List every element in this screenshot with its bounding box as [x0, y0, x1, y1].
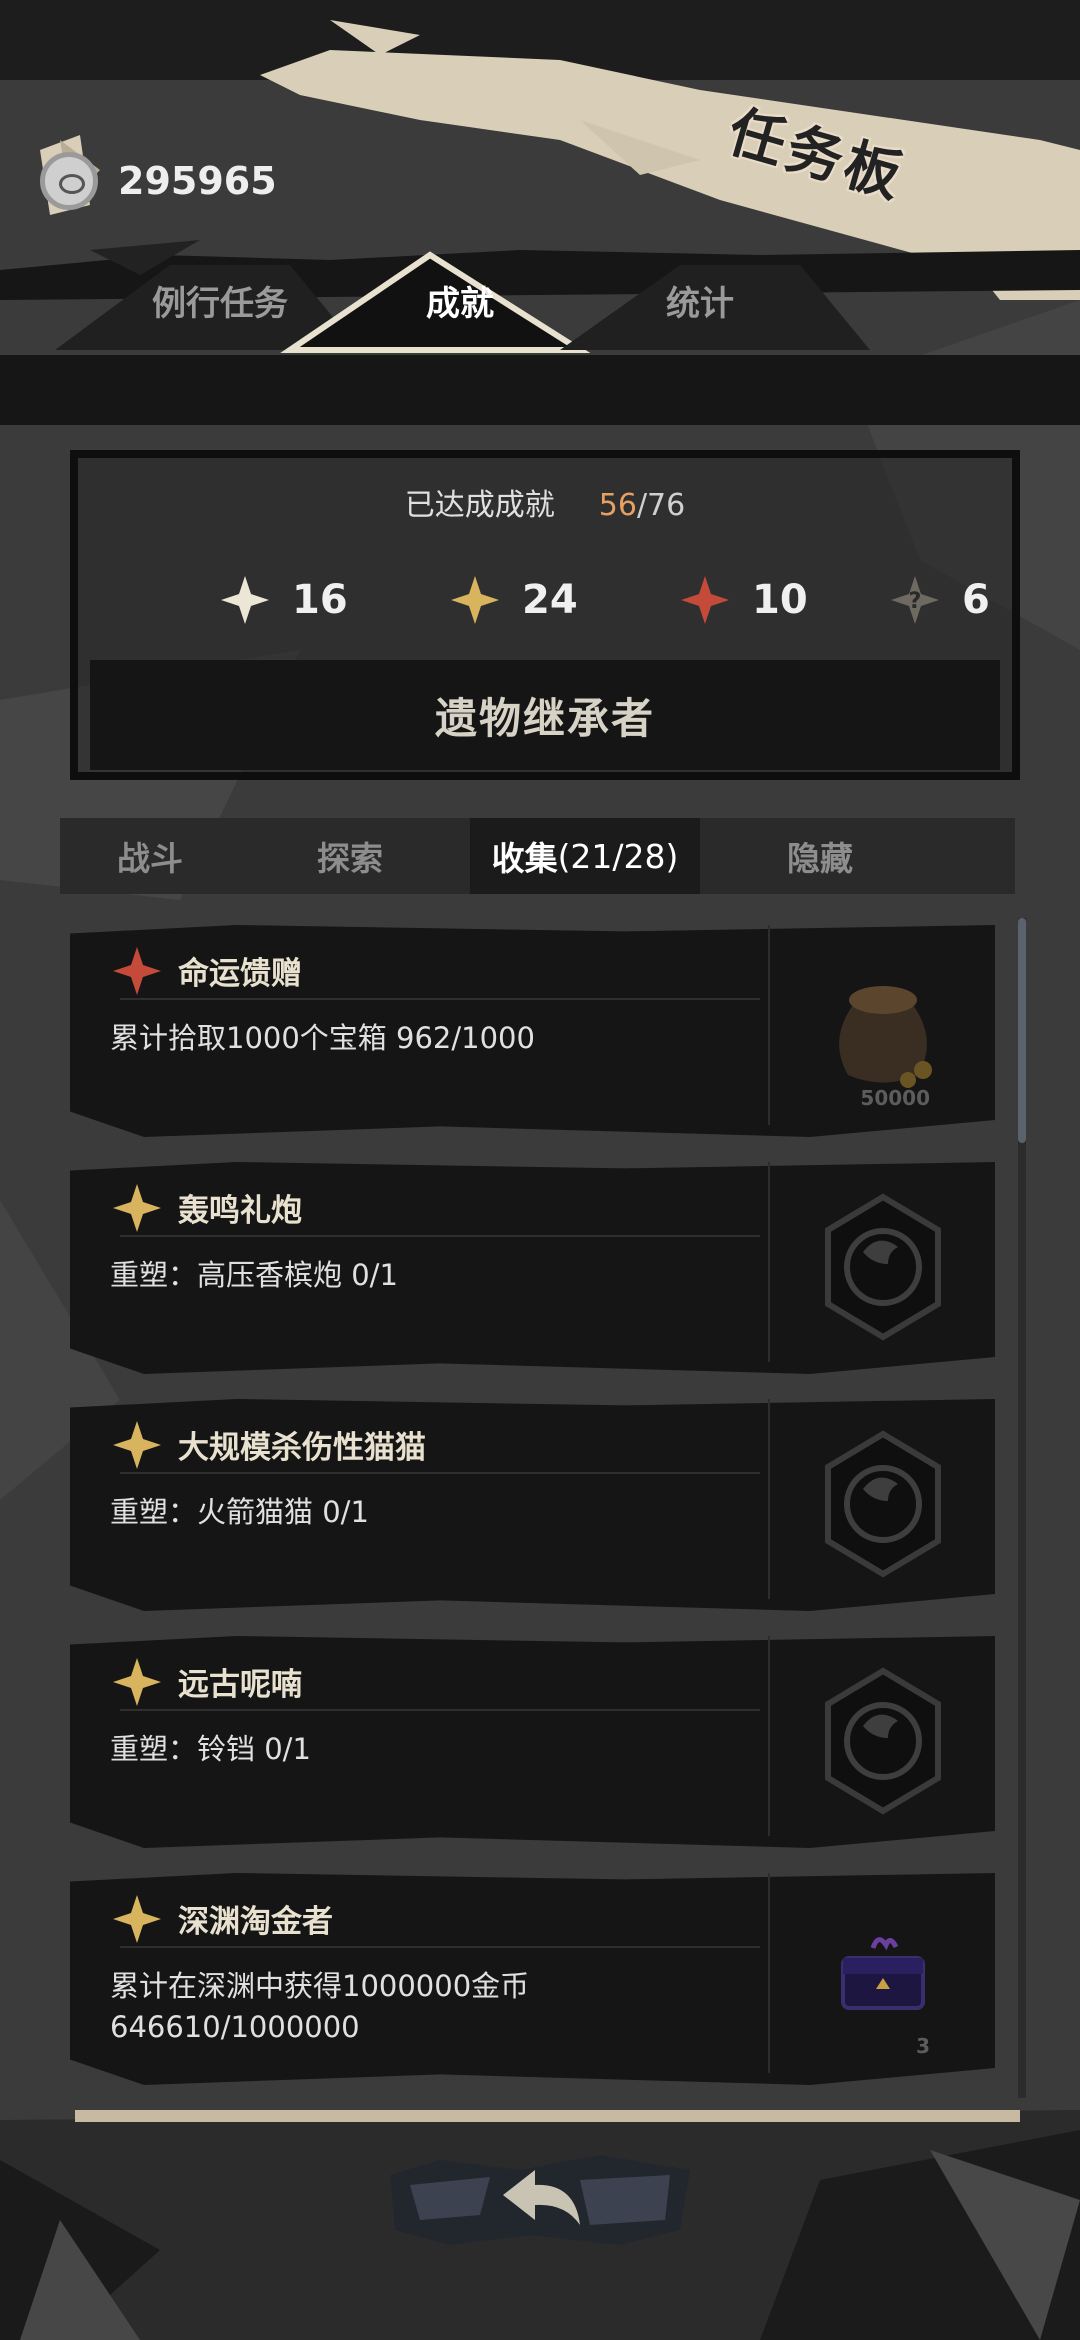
tab-collect-count: (21/28) — [557, 836, 679, 876]
main-tabs: 例行任务 成就 统计 — [0, 245, 1080, 355]
star-gold-icon — [451, 576, 499, 624]
tab-collect-label: 收集 — [491, 839, 558, 878]
honor-title: 遗物继承者 — [434, 693, 655, 743]
tab-statistics[interactable]: 统计 — [580, 245, 820, 355]
count-separator: / — [636, 488, 648, 523]
tab-achievements[interactable]: 成就 — [340, 245, 580, 355]
stat-hidden: ? 6 — [890, 560, 990, 640]
honor-title-bar[interactable]: 遗物继承者 — [90, 660, 1000, 770]
tab-explore[interactable]: 探索 — [260, 818, 440, 894]
stat-white-value: 16 — [292, 577, 348, 623]
achievement-desc: 重塑：铃铛 0/1 — [110, 1732, 311, 1766]
stat-red-value: 10 — [752, 577, 808, 623]
achievement-desc: 重塑：高压香槟炮 0/1 — [110, 1258, 398, 1292]
star-gold-icon — [113, 1184, 161, 1232]
locked-badge-icon — [824, 1193, 941, 1341]
stat-gold-value: 24 — [522, 577, 578, 623]
coin-bag-icon — [838, 986, 932, 1088]
achievement-title: 命运馈赠 — [178, 956, 302, 992]
achievement-title: 深渊淘金者 — [178, 1904, 333, 1940]
tab-shelf — [0, 355, 1080, 425]
star-white-icon — [221, 576, 269, 624]
coin-display: 295965 — [40, 152, 277, 210]
achievement-card[interactable]: 深渊淘金者 累计在深渊中获得1000000金币 646610/1000000 3 — [60, 1868, 1000, 2090]
reward-slot[interactable] — [795, 1414, 970, 1594]
stat-white: 16 — [220, 560, 348, 640]
stat-hidden-value: 6 — [962, 577, 990, 623]
back-button[interactable] — [380, 2145, 700, 2255]
achievement-summary: 已达成成就 56/76 16 24 10 ? 6 遗物继承者 — [70, 450, 1020, 780]
achievement-desc: 累计在深渊中获得1000000金币 646610/1000000 — [110, 1969, 530, 2044]
achievement-title: 大规模杀伤性猫猫 — [178, 1430, 426, 1466]
scrollbar-thumb[interactable] — [1018, 918, 1026, 1143]
total-count: 76 — [647, 488, 686, 523]
achievement-desc: 重塑：火箭猫猫 0/1 — [110, 1495, 369, 1529]
stat-gold: 24 — [450, 560, 578, 640]
achievement-title: 远古呢喃 — [178, 1667, 302, 1703]
stat-red: 10 — [680, 560, 808, 640]
svg-text:?: ? — [909, 589, 922, 614]
coin-icon — [40, 152, 98, 210]
locked-badge-icon — [824, 1430, 941, 1578]
star-stats: 16 24 10 ? 6 — [150, 560, 990, 640]
category-tabs: 战斗 探索 收集 (21/28) 隐藏 — [60, 818, 1015, 894]
star-hidden-icon: ? — [891, 576, 939, 624]
tab-combat[interactable]: 战斗 — [60, 818, 240, 894]
star-gold-icon — [113, 1895, 161, 1943]
reward-slot[interactable]: 50000 — [795, 940, 970, 1120]
achieved-count: 56 — [598, 488, 637, 523]
reward-slot[interactable] — [795, 1651, 970, 1831]
locked-badge-icon — [824, 1667, 941, 1815]
coin-value: 295965 — [118, 159, 277, 203]
achievement-card[interactable]: 命运馈赠 累计拾取1000个宝箱 962/1000 50000 — [60, 920, 1000, 1142]
tab-hidden[interactable]: 隐藏 — [740, 818, 900, 894]
back-arrow-icon — [503, 2170, 580, 2225]
achievement-card[interactable]: 远古呢喃 重塑：铃铛 0/1 — [60, 1631, 1000, 1853]
achievement-title: 轰鸣礼炮 — [178, 1193, 302, 1229]
reward-slot[interactable]: 3 — [795, 1888, 970, 2068]
reward-count: 50000 — [860, 1086, 930, 1110]
achievement-list[interactable]: 命运馈赠 累计拾取1000个宝箱 962/1000 50000 轰鸣礼炮 重塑：… — [60, 920, 1005, 2095]
chest-icon — [840, 1937, 925, 2010]
reward-count: 3 — [916, 2034, 930, 2058]
achievement-card[interactable]: 轰鸣礼炮 重塑：高压香槟炮 0/1 — [60, 1157, 1000, 1379]
star-gold-icon — [113, 1421, 161, 1469]
star-red-icon — [681, 576, 729, 624]
star-gold-icon — [113, 1658, 161, 1706]
star-red-icon — [113, 947, 161, 995]
tab-collect[interactable]: 收集 (21/28) — [470, 818, 700, 894]
summary-label: 已达成成就 — [404, 488, 555, 523]
bottom-divider — [75, 2110, 1020, 2122]
reward-slot[interactable] — [795, 1177, 970, 1357]
achievement-desc: 累计拾取1000个宝箱 962/1000 — [110, 1021, 535, 1055]
achievement-card[interactable]: 大规模杀伤性猫猫 重塑：火箭猫猫 0/1 — [60, 1394, 1000, 1616]
summary-header: 已达成成就 56/76 — [70, 480, 1020, 524]
tab-routine-tasks[interactable]: 例行任务 — [100, 245, 340, 355]
